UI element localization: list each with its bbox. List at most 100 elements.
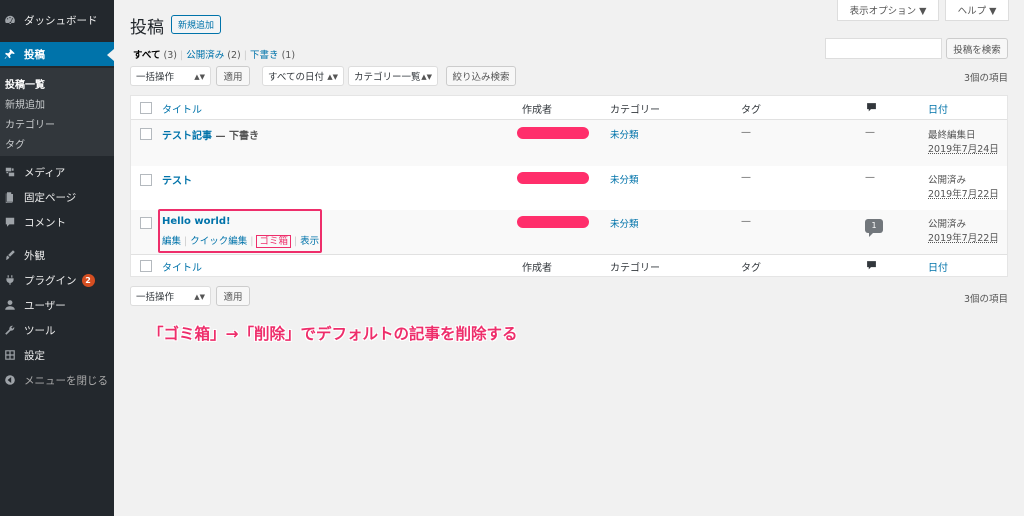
date-value: 2019年7月22日: [928, 233, 999, 244]
media-icon: [4, 166, 16, 178]
admin-sidebar: ダッシュボード 投稿 投稿一覧 新規追加 カテゴリー タグ メディア 固定ページ…: [0, 0, 114, 516]
comment-icon: [4, 216, 16, 228]
user-icon: [4, 299, 16, 311]
sidebar-item-settings[interactable]: 設定: [0, 343, 114, 367]
bulk-action-select[interactable]: 一括操作 ▲▼: [130, 66, 211, 86]
sidebar-item-users[interactable]: ユーザー: [0, 293, 114, 317]
comments-value: —: [865, 172, 875, 183]
comment-count-bubble[interactable]: 1: [865, 219, 883, 237]
sidebar-item-label: コメント: [24, 216, 66, 229]
search-posts-button[interactable]: 投稿を検索: [946, 38, 1008, 59]
settings-icon: [4, 349, 16, 361]
plugin-icon: [4, 274, 16, 286]
author-redaction: [517, 172, 589, 184]
tags-value: —: [741, 216, 751, 227]
date-filter-select[interactable]: すべての日付 ▲▼: [262, 66, 344, 86]
date-status: 最終編集日: [928, 130, 976, 141]
dashboard-icon: [4, 14, 16, 26]
post-title-cell: テスト記事 — 下書き: [162, 127, 259, 142]
collapse-menu-label: メニューを閉じる: [24, 374, 108, 387]
sidebar-item-media[interactable]: メディア: [0, 160, 114, 184]
filter-all[interactable]: すべて: [133, 50, 160, 61]
author-redaction: [517, 216, 589, 228]
row-checkbox[interactable]: [140, 217, 152, 229]
category-filter-value: カテゴリー一覧: [354, 72, 421, 83]
filter-all-count: (3): [163, 50, 177, 61]
appearance-icon: [4, 249, 16, 261]
sidebar-item-label: ユーザー: [24, 299, 66, 312]
column-title[interactable]: タイトル: [162, 259, 202, 274]
plugin-update-badge: 2: [81, 273, 95, 287]
filter-draft-count: (1): [281, 50, 296, 61]
table-footer-row: タイトル 作成者 カテゴリー タグ 日付: [131, 254, 1007, 276]
category-link[interactable]: 未分類: [610, 172, 639, 186]
column-category: カテゴリー: [610, 263, 660, 274]
sidebar-item-label: 投稿: [24, 48, 45, 61]
submenu-tags[interactable]: タグ: [5, 136, 25, 151]
column-title[interactable]: タイトル: [162, 101, 202, 116]
sidebar-item-label: プラグイン: [24, 274, 77, 287]
sidebar-item-label: 固定ページ: [24, 191, 77, 204]
table-header-row: タイトル 作成者 カテゴリー タグ 日付: [131, 96, 1007, 120]
column-date[interactable]: 日付: [928, 101, 948, 116]
column-date[interactable]: 日付: [928, 259, 948, 274]
post-search-input[interactable]: [825, 38, 942, 59]
item-count-bottom: 3個の項目: [964, 294, 1009, 305]
instruction-caption: 「ゴミ箱」→「削除」でデフォルトの記事を削除する: [148, 325, 518, 343]
submenu-categories[interactable]: カテゴリー: [5, 116, 55, 131]
filter-published[interactable]: 公開済み: [186, 50, 224, 61]
apply-button[interactable]: 適用: [216, 66, 250, 86]
date-status: 公開済み: [928, 175, 967, 186]
bulk-action-value: 一括操作: [136, 292, 175, 303]
help-button[interactable]: ヘルプ ▼: [945, 0, 1009, 21]
sidebar-item-comments[interactable]: コメント: [0, 210, 114, 234]
row-checkbox[interactable]: [140, 174, 152, 186]
add-new-post-button[interactable]: 新規追加: [171, 15, 221, 34]
comment-icon[interactable]: [866, 102, 877, 116]
submenu-add-new[interactable]: 新規追加: [5, 96, 45, 111]
sidebar-item-appearance[interactable]: 外観: [0, 243, 114, 267]
post-title-link[interactable]: テスト: [162, 176, 192, 187]
date-value: 2019年7月22日: [928, 189, 999, 200]
apply-button-bottom[interactable]: 適用: [216, 286, 250, 306]
date-status: 公開済み: [928, 219, 967, 230]
sidebar-item-plugins[interactable]: プラグイン 2: [0, 268, 114, 292]
sidebar-item-pages[interactable]: 固定ページ: [0, 185, 114, 209]
filter-button[interactable]: 絞り込み検索: [446, 66, 516, 86]
tags-value: —: [741, 172, 751, 183]
date-filter-value: すべての日付: [268, 72, 324, 83]
chevron-updown-icon: ▲▼: [194, 293, 205, 301]
page-icon: [4, 191, 16, 203]
column-tags: タグ: [741, 105, 761, 116]
sidebar-item-label: 設定: [24, 349, 45, 362]
row-checkbox[interactable]: [140, 128, 152, 140]
author-redaction: [517, 127, 589, 139]
status-filters: すべて (3) | 公開済み (2) | 下書き (1): [133, 50, 296, 61]
sidebar-item-posts[interactable]: 投稿: [0, 42, 114, 66]
sidebar-item-dashboard[interactable]: ダッシュボード: [0, 8, 114, 32]
category-link[interactable]: 未分類: [610, 216, 639, 230]
bulk-action-select-bottom[interactable]: 一括操作 ▲▼: [130, 286, 211, 306]
submenu-all-posts[interactable]: 投稿一覧: [5, 76, 45, 91]
post-title-cell: テスト: [162, 172, 192, 187]
comment-icon[interactable]: [866, 260, 877, 274]
column-category: カテゴリー: [610, 105, 660, 116]
tags-value: —: [741, 127, 751, 138]
screen-options-button[interactable]: 表示オプション ▼: [837, 0, 939, 21]
posts-submenu: 投稿一覧 新規追加 カテゴリー タグ: [0, 68, 114, 156]
sidebar-item-label: 外観: [24, 249, 45, 262]
sidebar-item-label: メディア: [24, 166, 66, 179]
select-all-checkbox[interactable]: [140, 102, 152, 114]
category-link[interactable]: 未分類: [610, 127, 639, 141]
item-count-top: 3個の項目: [964, 73, 1009, 84]
sidebar-item-tools[interactable]: ツール: [0, 318, 114, 342]
select-all-checkbox[interactable]: [140, 260, 152, 272]
wrench-icon: [4, 324, 16, 336]
post-title-link[interactable]: テスト記事: [162, 131, 212, 142]
date-value: 2019年7月24日: [928, 144, 999, 155]
pin-icon: [4, 48, 16, 60]
collapse-menu[interactable]: メニューを閉じる: [0, 368, 114, 392]
filter-draft[interactable]: 下書き: [250, 50, 279, 61]
table-row: テスト記事 — 下書き 未分類 — — 最終編集日 2019年7月24日: [131, 120, 1007, 166]
category-filter-select[interactable]: カテゴリー一覧 ▲▼: [348, 66, 438, 86]
